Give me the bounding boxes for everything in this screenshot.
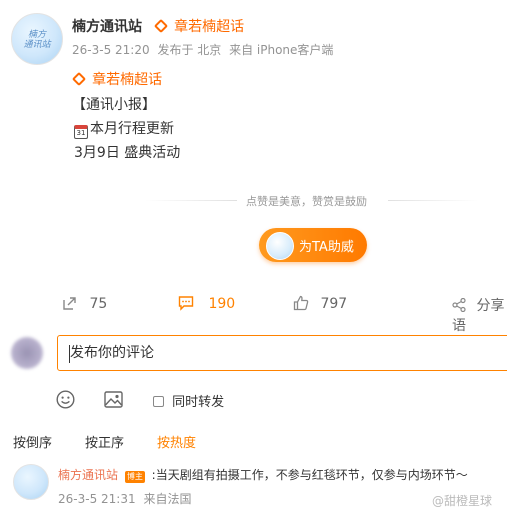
author-avatar[interactable]: 楠方 通讯站 xyxy=(11,13,63,65)
topic-link-body[interactable]: 章若楠超话 xyxy=(71,69,163,89)
comment-time: 26-3-5 21:31 xyxy=(58,492,136,506)
share-action[interactable]: 分享语 xyxy=(452,295,507,335)
topic-diamond-icon xyxy=(71,71,87,87)
author-badge: 博主 xyxy=(124,471,145,483)
current-user-avatar xyxy=(11,337,43,369)
author-name[interactable]: 楠方通讯站 xyxy=(72,16,142,36)
comment-action[interactable]: 190 xyxy=(178,295,235,312)
reward-divider-left xyxy=(145,200,237,201)
comment-text: :当天剧组有拍摄工作，不参与红毯环节，仅参与内场环节～ xyxy=(151,468,468,482)
comment-source: 来自法国 xyxy=(143,492,192,506)
repost-count: 75 xyxy=(89,296,108,312)
calendar-icon: 31 xyxy=(74,125,88,139)
watermark-text: @甜橙星球 xyxy=(432,494,493,508)
reward-button-label: 为TA助威 xyxy=(299,240,354,255)
post-source: 来自 iPhone客户端 xyxy=(229,43,334,57)
repost-action[interactable]: 75 xyxy=(62,295,107,312)
thumbs-up-icon xyxy=(293,295,309,311)
topic-link-header[interactable]: 章若楠超话 xyxy=(153,16,245,36)
avatar-caption: 楠方 通讯站 xyxy=(23,30,51,50)
watermark: @甜橙星球 xyxy=(432,492,492,509)
comment-meta: 26-3-5 21:31 来自法国 xyxy=(58,490,191,507)
image-icon xyxy=(104,391,123,408)
comment-line: 楠方通讯站 博主 :当天剧组有拍摄工作，不参与红毯环节，仅参与内场环节～ xyxy=(58,466,507,483)
comment-count: 190 xyxy=(208,296,236,312)
reward-slogan: 点赞是美意，赞赏是鼓励 xyxy=(246,195,367,208)
topic-label-header: 章若楠超话 xyxy=(174,19,245,35)
reward-avatar xyxy=(266,232,294,260)
like-count: 797 xyxy=(320,296,348,312)
post-location: 发布于 北京 xyxy=(157,43,222,57)
post-body-line-3: 3月9日 盛典活动 xyxy=(74,145,181,161)
post-body-line-1: 【通讯小报】 xyxy=(72,97,156,113)
reward-button[interactable]: 为TA助威 xyxy=(259,228,367,262)
post-meta: 26-3-5 21:20 发布于 北京 来自 iPhone客户端 xyxy=(72,41,333,58)
post-time[interactable]: 26-3-5 21:20 xyxy=(72,43,150,57)
like-action[interactable]: 797 xyxy=(293,295,347,312)
emoji-button[interactable] xyxy=(56,390,75,413)
repost-icon xyxy=(63,297,76,310)
forward-checkbox-row[interactable]: 同时转发 xyxy=(153,391,224,410)
image-upload-button[interactable] xyxy=(104,391,123,412)
reward-divider-right xyxy=(388,200,478,201)
comment-input[interactable] xyxy=(58,336,507,370)
sort-tab-reverse[interactable]: 按倒序 xyxy=(13,432,52,451)
share-icon xyxy=(452,297,466,313)
sort-tab-hot[interactable]: 按热度 xyxy=(157,432,196,451)
topic-diamond-icon xyxy=(153,18,169,34)
emoji-icon xyxy=(56,390,75,409)
comment-author-avatar[interactable] xyxy=(13,464,49,500)
sort-tab-forward[interactable]: 按正序 xyxy=(85,432,124,451)
forward-checkbox-label: 同时转发 xyxy=(172,395,225,410)
comment-bubble-icon xyxy=(178,296,194,311)
forward-checkbox[interactable] xyxy=(153,396,164,407)
text-caret xyxy=(69,345,70,363)
post-body-text-2: 本月行程更新 xyxy=(90,121,174,137)
topic-label-body: 章若楠超话 xyxy=(92,72,163,88)
comment-author-name[interactable]: 楠方通讯站 xyxy=(58,468,118,482)
post-body-line-2: 31 本月行程更新 xyxy=(74,118,174,139)
comment-input-box[interactable] xyxy=(57,335,507,371)
